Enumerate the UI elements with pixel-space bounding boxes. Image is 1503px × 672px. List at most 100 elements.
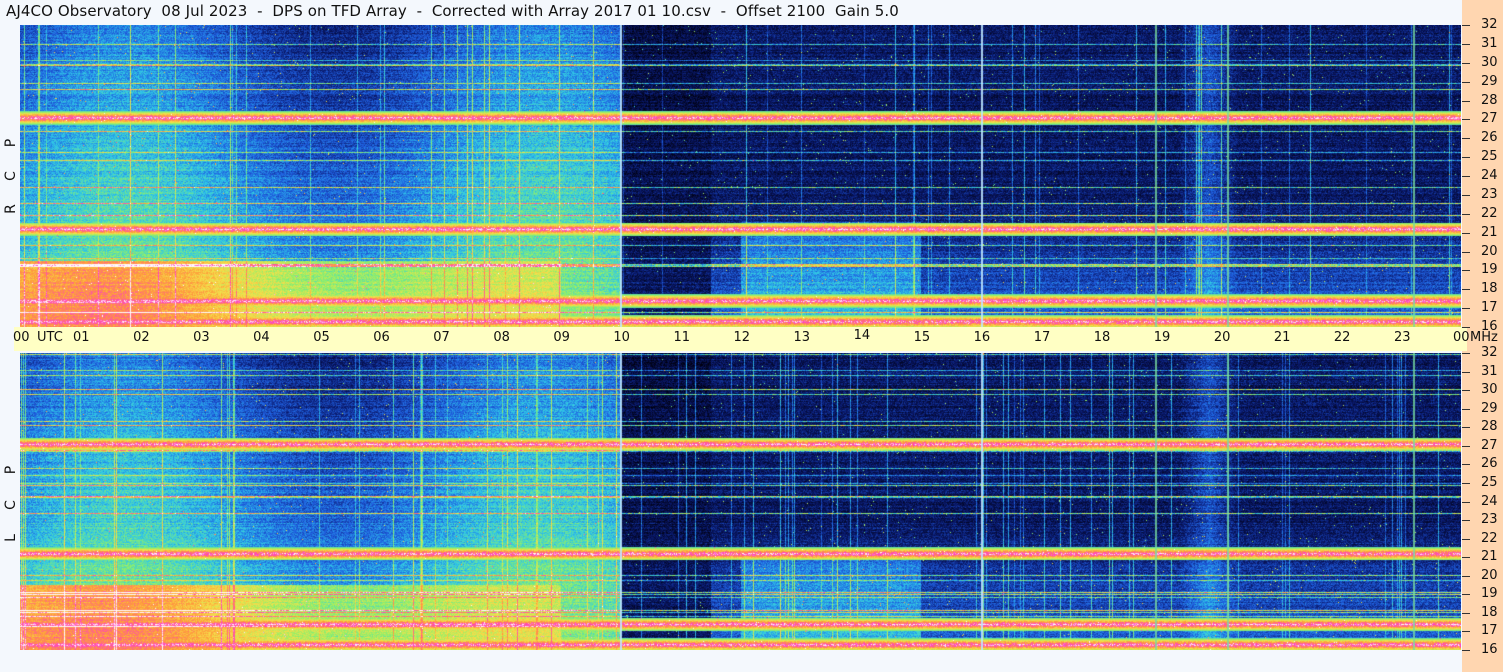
mhz-tick-label-rcp: 18: [1481, 281, 1498, 297]
utc-tick-label: 01: [73, 330, 90, 345]
mhz-tick-label-lcp: 28: [1481, 419, 1498, 435]
utc-tick-label: 19: [1153, 330, 1171, 345]
mhz-tick-mark: [1462, 502, 1470, 503]
utc-tick-label: 16: [973, 330, 991, 345]
utc-tick-label: 13: [793, 330, 811, 345]
mhz-tick-label-lcp: 27: [1481, 437, 1498, 453]
polarization-letter: C: [3, 171, 19, 181]
mhz-tick-mark: [1462, 576, 1470, 577]
mhz-tick-mark: [1462, 138, 1470, 139]
mhz-tick-mark: [1462, 82, 1470, 83]
mhz-tick-mark: [1462, 327, 1470, 328]
utc-tick-label: 06: [373, 330, 390, 345]
mhz-tick-label-rcp: 20: [1481, 243, 1498, 259]
mhz-tick-mark: [1462, 233, 1470, 234]
mhz-tick-label-rcp: 25: [1481, 149, 1498, 165]
spectrogram-rcp-canvas: [20, 25, 1461, 327]
mhz-tick-label-lcp: 18: [1481, 604, 1498, 620]
mhz-tick-mark: [1462, 483, 1470, 484]
mhz-tick-label-lcp: 22: [1481, 530, 1498, 546]
mhz-tick-mark: [1462, 390, 1470, 391]
mhz-tick-mark: [1462, 353, 1470, 354]
spectrogram-rcp: [20, 25, 1461, 327]
polarization-letter: P: [3, 465, 19, 475]
mhz-tick-mark: [1462, 650, 1470, 651]
utc-tick-label: 12: [733, 330, 751, 345]
mhz-tick-label-lcp: 32: [1481, 345, 1498, 360]
mhz-tick-label-lcp: 19: [1481, 586, 1498, 602]
mhz-tick-label-lcp: 29: [1481, 400, 1498, 416]
page-title: AJ4CO Observatory 08 Jul 2023 - DPS on T…: [6, 2, 899, 20]
utc-tick-label: 15: [913, 330, 931, 345]
utc-tick-label: 00: [13, 330, 30, 345]
mhz-tick-label-rcp: 19: [1481, 262, 1498, 278]
mhz-tick-mark: [1462, 25, 1470, 26]
mhz-tick-mark: [1462, 520, 1470, 521]
mhz-tick-label-rcp: 24: [1481, 168, 1498, 183]
mhz-tick-label-lcp: 26: [1481, 456, 1498, 472]
mhz-tick-mark: [1462, 594, 1470, 595]
mhz-tick-mark: [1462, 63, 1470, 64]
utc-tick-label: 04: [253, 330, 270, 345]
utc-tick-label: 17: [1033, 330, 1051, 345]
spectrogram-lcp: [20, 353, 1461, 650]
mhz-tick-mark: [1462, 613, 1470, 614]
mhz-tick-mark: [1462, 157, 1470, 158]
utc-tick-label: 00: [1453, 330, 1470, 345]
mhz-tick-label-rcp: 21: [1481, 224, 1498, 240]
mhz-tick-mark: [1462, 44, 1470, 45]
utc-tick-label: 02: [133, 330, 150, 345]
mhz-tick-label-rcp: 28: [1481, 92, 1498, 108]
mhz-tick-label-rcp: 32: [1481, 17, 1498, 32]
mhz-tick-mark: [1462, 176, 1470, 177]
utc-tick-label: 08: [493, 330, 510, 345]
mhz-tick-label-lcp: 25: [1481, 474, 1498, 490]
mhz-tick-label-rcp: 17: [1481, 300, 1498, 316]
mhz-tick-label-lcp: 20: [1481, 567, 1498, 583]
mhz-tick-label-lcp: 17: [1481, 623, 1498, 639]
mhz-tick-mark: [1462, 427, 1470, 428]
mhz-tick-mark: [1462, 101, 1470, 102]
utc-tick-label: 11: [673, 330, 690, 345]
mhz-tick-mark: [1462, 557, 1470, 558]
polarization-letter: R: [3, 204, 19, 214]
mhz-tick-mark: [1462, 539, 1470, 540]
mhz-tick-mark: [1462, 464, 1470, 465]
utc-tick-label: 10: [613, 330, 630, 345]
mhz-tick-label-lcp: 30: [1481, 382, 1498, 398]
utc-tick-label: 21: [1273, 330, 1291, 345]
utc-tick-label: 14: [853, 328, 871, 343]
utc-unit-label: UTC: [37, 330, 63, 345]
mhz-tick-mark: [1462, 252, 1470, 253]
mhz-tick-label-lcp: 24: [1481, 493, 1498, 509]
mhz-tick-label-rcp: 31: [1481, 35, 1498, 51]
mhz-tick-mark: [1462, 214, 1470, 215]
mhz-tick-mark: [1462, 446, 1470, 447]
utc-tick-label: 18: [1093, 330, 1111, 345]
mhz-tick-label-lcp: 16: [1481, 642, 1498, 657]
polarization-letter: L: [3, 534, 19, 542]
utc-tick-label: 22: [1333, 330, 1351, 345]
mhz-tick-label-rcp: 22: [1481, 205, 1498, 221]
mhz-tick-label-rcp: 26: [1481, 130, 1498, 146]
mhz-tick-label-lcp: 21: [1481, 549, 1498, 565]
mhz-tick-mark: [1462, 409, 1470, 410]
mhz-tick-mark: [1462, 195, 1470, 196]
mhz-tick-mark: [1462, 372, 1470, 373]
mhz-tick-label-lcp: 31: [1481, 363, 1498, 379]
mhz-tick-label-rcp: 27: [1481, 111, 1498, 127]
mhz-tick-label-lcp: 23: [1481, 512, 1498, 528]
mhz-tick-mark: [1462, 308, 1470, 309]
mhz-tick-mark: [1462, 270, 1470, 271]
mhz-tick-mark: [1462, 289, 1470, 290]
mhz-tick-label-rcp: 23: [1481, 186, 1498, 202]
mhz-tick-label-rcp: 29: [1481, 73, 1498, 89]
utc-tick-label: 07: [433, 330, 450, 345]
polarization-letter: C: [3, 500, 19, 510]
utc-tick-label: 20: [1213, 330, 1231, 345]
utc-tick-label: 23: [1393, 330, 1411, 345]
utc-tick-label: 09: [553, 330, 570, 345]
mhz-tick-mark: [1462, 631, 1470, 632]
utc-tick-label: 03: [193, 330, 210, 345]
mhz-tick-label-rcp: 30: [1481, 54, 1498, 70]
